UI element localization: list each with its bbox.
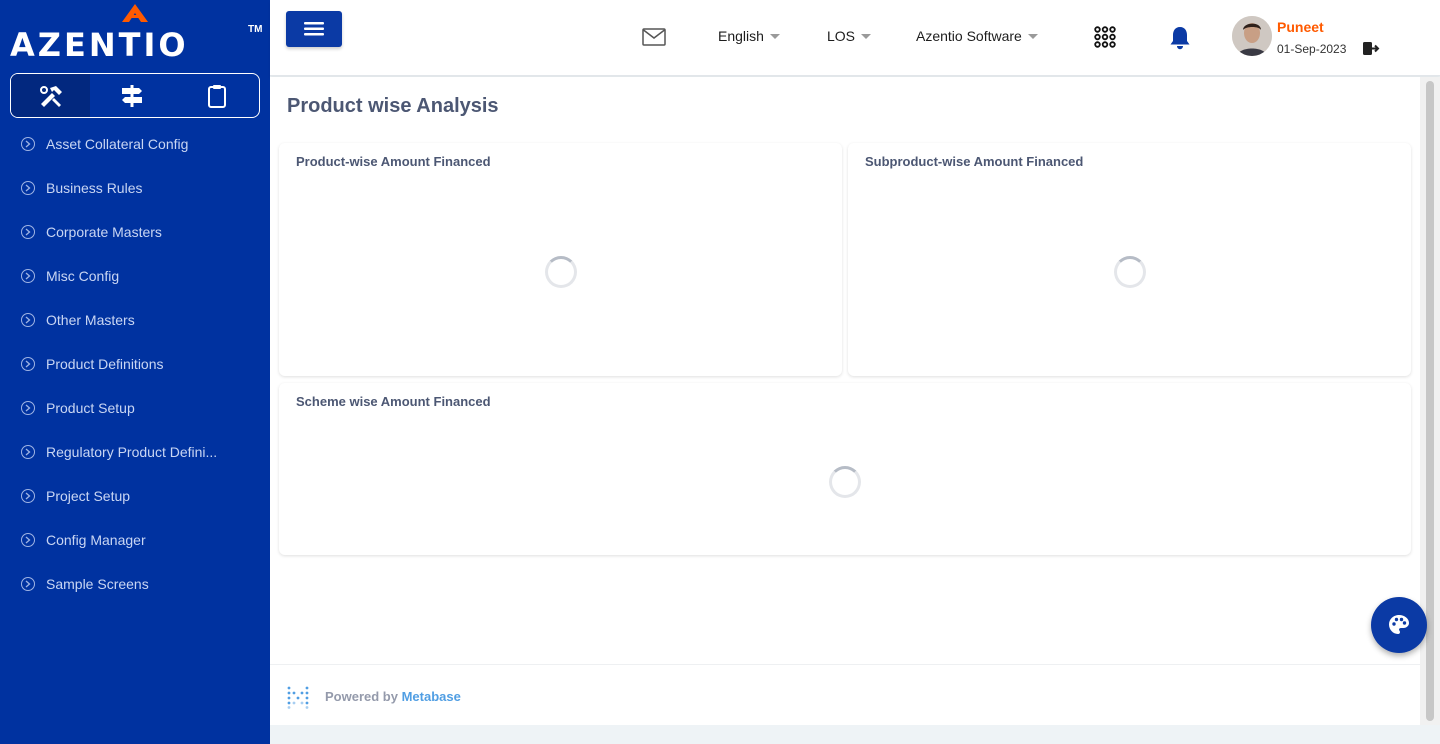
chevron-right-circle-icon: [21, 577, 35, 591]
tab-clipboard[interactable]: [175, 74, 260, 117]
logo-trademark: TM: [248, 24, 263, 35]
module-dropdown[interactable]: LOS: [827, 28, 872, 44]
sidebar-item-regulatory-product-definitions[interactable]: Regulatory Product Defini...: [0, 430, 270, 474]
chevron-right-circle-icon: [21, 225, 35, 239]
sidebar-item-label: Product Setup: [46, 400, 135, 416]
chevron-right-circle-icon: [21, 489, 35, 503]
sidebar-item-label: Project Setup: [46, 488, 131, 504]
language-dropdown[interactable]: English: [718, 28, 780, 44]
signpost-icon: [122, 84, 143, 107]
sidebar-item-label: Config Manager: [46, 532, 146, 548]
chevron-right-circle-icon: [21, 533, 35, 547]
chevron-right-circle-icon: [21, 357, 35, 371]
clipboard-icon: [207, 84, 226, 108]
hamburger-icon: [304, 22, 324, 36]
page-title: Product wise Analysis: [287, 95, 499, 117]
chevron-right-circle-icon: [21, 269, 35, 283]
metabase-link[interactable]: Metabase: [402, 689, 461, 704]
language-value: English: [718, 28, 764, 44]
menu-toggle-button[interactable]: [286, 11, 342, 47]
sidebar-item-corporate-masters[interactable]: Corporate Masters: [0, 210, 270, 254]
sidebar-item-product-setup[interactable]: Product Setup: [0, 386, 270, 430]
sidebar-item-label: Product Definitions: [46, 356, 164, 372]
chevron-right-circle-icon: [21, 313, 35, 327]
sidebar-item-label: Other Masters: [46, 312, 135, 328]
organization-dropdown[interactable]: Azentio Software: [916, 28, 1038, 44]
user-date: 01-Sep-2023: [1277, 42, 1347, 56]
palette-icon: [1389, 615, 1409, 634]
organization-value: Azentio Software: [916, 28, 1022, 44]
tools-icon: [39, 85, 62, 107]
sidebar-item-product-definitions[interactable]: Product Definitions: [0, 342, 270, 386]
avatar[interactable]: [1232, 16, 1272, 56]
sidebar-item-asset-collateral-config[interactable]: Asset Collateral Config: [0, 122, 270, 166]
footer: Powered by Metabase: [270, 664, 1420, 725]
powered-by-label: Powered by: [325, 689, 398, 704]
module-value: LOS: [827, 28, 856, 44]
sidebar-item-label: Regulatory Product Defini...: [46, 444, 218, 460]
user-photo-icon: [1232, 16, 1272, 56]
caret-down-icon: [769, 33, 780, 39]
tab-tools[interactable]: [11, 74, 90, 117]
dashboard-panel: Product wise Analysis Product-wise Amoun…: [270, 77, 1420, 725]
caret-down-icon: [1027, 33, 1038, 39]
top-header: English LOS Azentio Software Puneet 01-S…: [270, 0, 1440, 76]
bell-icon[interactable]: [1169, 26, 1191, 50]
chevron-right-circle-icon: [21, 445, 35, 459]
sidebar-item-label: Asset Collateral Config: [46, 136, 189, 152]
sidebar-item-project-setup[interactable]: Project Setup: [0, 474, 270, 518]
caret-down-icon: [861, 33, 872, 39]
azentio-logo: AZENTIO TM: [10, 4, 262, 64]
sidebar-item-label: Business Rules: [46, 180, 143, 196]
theme-palette-button[interactable]: [1371, 597, 1427, 653]
chevron-right-circle-icon: [21, 181, 35, 195]
logout-icon[interactable]: [1362, 41, 1380, 56]
sidebar-item-other-masters[interactable]: Other Masters: [0, 298, 270, 342]
subproduct-wise-card: Subproduct-wise Amount Financed: [848, 143, 1411, 376]
chevron-right-circle-icon: [21, 401, 35, 415]
product-wise-card: Product-wise Amount Financed: [279, 143, 842, 376]
powered-by-text: Powered by Metabase: [325, 689, 461, 704]
loading-spinner-icon: [1114, 256, 1146, 288]
loading-spinner-icon: [545, 256, 577, 288]
sidebar: AZENTIO TM Asset Collateral Config Busin…: [0, 0, 270, 744]
scrollbar-thumb[interactable]: [1426, 81, 1434, 721]
chevron-right-circle-icon: [21, 137, 35, 151]
sidebar-item-sample-screens[interactable]: Sample Screens: [0, 562, 270, 606]
user-name: Puneet: [1277, 19, 1324, 35]
sidebar-item-config-manager[interactable]: Config Manager: [0, 518, 270, 562]
metabase-logo-icon: [287, 686, 309, 709]
scheme-wise-card: Scheme wise Amount Financed: [279, 383, 1411, 555]
tab-signpost[interactable]: [90, 74, 175, 117]
card-title: Scheme wise Amount Financed: [296, 394, 491, 409]
sidebar-menu: Asset Collateral Config Business Rules C…: [0, 122, 270, 606]
azentio-logo-mark-icon: [122, 4, 148, 22]
sidebar-item-label: Sample Screens: [46, 576, 149, 592]
sidebar-item-misc-config[interactable]: Misc Config: [0, 254, 270, 298]
logo-text: AZENTIO: [10, 26, 189, 64]
bottom-strip: [270, 725, 1440, 744]
loading-spinner-icon: [829, 466, 861, 498]
sidebar-tool-tabs: [10, 73, 260, 118]
sidebar-item-label: Misc Config: [46, 268, 120, 284]
card-title: Product-wise Amount Financed: [296, 154, 491, 169]
mail-icon[interactable]: [642, 27, 666, 47]
card-title: Subproduct-wise Amount Financed: [865, 154, 1084, 169]
sidebar-item-label: Corporate Masters: [46, 224, 162, 240]
apps-grid-icon[interactable]: [1094, 26, 1116, 48]
sidebar-item-business-rules[interactable]: Business Rules: [0, 166, 270, 210]
